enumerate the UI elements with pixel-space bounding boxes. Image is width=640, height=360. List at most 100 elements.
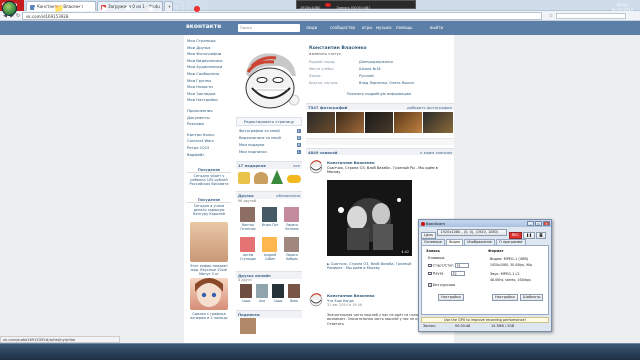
edit-profile-button[interactable]: Редактировать страницу — [236, 117, 302, 126]
subscriptions-header[interactable]: Подписки — [236, 310, 302, 318]
nav-my-settings[interactable]: Мои Настройки — [187, 97, 231, 104]
video-caption-link[interactable]: ► Сьютчик, Страна ОЗ, Влоб Вазаба, Грязн… — [327, 262, 413, 271]
reload-icon[interactable]: ↻ — [15, 13, 21, 19]
taskbar-app-icon[interactable]: ♦ — [118, 1, 138, 16]
ad-image-anime[interactable] — [190, 278, 228, 310]
taskbar-media-icon[interactable]: ▶ — [95, 1, 115, 16]
stat-videos-with-me[interactable]: Видеозаписи со мной 8 — [239, 136, 301, 142]
nav-my-news[interactable]: Мои Новости — [187, 84, 231, 91]
gift-bread-icon[interactable] — [254, 172, 268, 184]
friend-name[interactable]: Артём Стулицын — [238, 253, 258, 261]
info-value[interactable]: Школа №16 — [359, 67, 381, 71]
friend-avatar[interactable] — [262, 207, 277, 222]
nav-my-photos[interactable]: Мои Фотографии — [187, 51, 231, 58]
browser-search-field[interactable] — [556, 13, 626, 19]
nav-ads[interactable]: Реклама — [187, 121, 231, 128]
photo-thumb[interactable] — [423, 112, 453, 133]
nav-my-friends[interactable]: Мои Друзья — [187, 45, 231, 52]
post-video-player[interactable]: 4:42 — [327, 180, 412, 256]
photo-thumb[interactable] — [336, 112, 364, 133]
taskbar-app-icon[interactable]: ⬚ — [164, 1, 184, 16]
gift-cake-icon[interactable] — [238, 172, 250, 184]
ad-block-2[interactable]: Похудение Сегодня я учила делать хорошую… — [187, 198, 231, 216]
ad-caption-2[interactable]: Сделал с графика вечером и 2 пальцы — [187, 312, 231, 320]
info-value[interactable]: Днепродзержинск — [359, 60, 393, 64]
post-author-name[interactable]: Константин Власенко — [327, 293, 375, 298]
profile-status[interactable]: изменить статус — [309, 52, 341, 56]
maximize-button[interactable]: ▫ — [535, 221, 542, 226]
nav-my-videos[interactable]: Мои Видеозаписи — [187, 58, 231, 65]
pause-icon[interactable]: ❚❚ — [523, 232, 535, 239]
photo-thumb[interactable] — [307, 112, 335, 133]
close-button[interactable]: ✕ — [543, 221, 550, 226]
friend-name[interactable]: Игорь Пот — [260, 223, 280, 227]
info-value[interactable]: Влад Ларченко, Олеся Яшкин — [359, 81, 414, 85]
friend-name[interactable]: Виктор Остапчик — [238, 223, 258, 231]
start-stop-checkbox[interactable]: ✓ — [428, 263, 432, 268]
gpu-tip-link[interactable]: Use the GPU to improve recording perform… — [421, 317, 549, 323]
header-nav-games[interactable]: игры — [362, 25, 372, 30]
friend-name[interactable]: Аня — [254, 299, 270, 303]
header-nav-logout[interactable]: выйти — [430, 25, 443, 30]
wall-header[interactable]: 4849 записей к моим записям — [306, 148, 454, 155]
photo-thumb[interactable] — [365, 112, 393, 133]
nav-my-page[interactable]: Моя Страница — [187, 38, 231, 45]
header-nav-help[interactable]: помощь — [396, 25, 413, 30]
cursor-checkbox[interactable]: ✓ — [428, 283, 432, 287]
taskbar-app-icon[interactable]: ◉ — [141, 1, 161, 16]
friend-avatar[interactable] — [262, 237, 277, 252]
header-nav-communities[interactable]: сообщества — [330, 25, 355, 30]
minimize-button[interactable]: – — [527, 221, 534, 226]
friends-header[interactable]: Друзья обновления — [236, 191, 302, 199]
nav-my-groups[interactable]: Мои Группы — [187, 78, 231, 85]
nav-apps[interactable]: Приложения — [187, 108, 231, 115]
vk-search-input[interactable]: Поиск — [238, 24, 300, 32]
taskbar-chrome-icon[interactable]: ◐ — [72, 1, 92, 16]
profile-avatar[interactable] — [236, 46, 302, 114]
camera-icon[interactable]: ◙ — [536, 232, 546, 239]
post-author-avatar[interactable] — [308, 291, 324, 307]
header-nav-people[interactable]: люди — [306, 25, 317, 30]
stat-photos-with-me[interactable]: Фотографии со мной 1 — [239, 129, 301, 135]
format-settings-button[interactable]: Настройки — [492, 294, 518, 301]
ad-image-legs[interactable] — [190, 222, 228, 262]
ad-block-1[interactable]: Похудение Сегодня уйдёт у ребенка 100 ру… — [187, 168, 231, 186]
nav-my-bookmarks[interactable]: Мои Закладки — [187, 91, 231, 98]
friend-name[interactable]: Лариса Кибрик — [282, 253, 302, 261]
vk-logo[interactable]: вконтакте — [186, 23, 221, 30]
taskbar-ie-icon[interactable]: e — [26, 1, 46, 16]
nav-app-4[interactable]: Варфейс — [187, 152, 231, 159]
friend-name[interactable]: Лариса Котенок — [282, 223, 302, 231]
nav-app-3[interactable]: Ретро 2015 — [187, 145, 231, 152]
subscription-avatar[interactable] — [240, 318, 256, 334]
nav-documents[interactable]: Документы — [187, 115, 231, 122]
friend-avatar[interactable] — [240, 237, 255, 252]
friend-avatar[interactable] — [284, 237, 299, 252]
friend-avatar[interactable] — [240, 284, 252, 298]
post-author-name[interactable]: Константин Власенко — [327, 160, 375, 165]
friend-name[interactable]: Андрей Сабин — [260, 253, 280, 261]
friends-updates-link[interactable]: обновления — [276, 193, 300, 198]
nav-my-audio[interactable]: Мои Аудиозаписи — [187, 64, 231, 71]
pause-checkbox[interactable]: ✓ — [428, 271, 432, 276]
friend-name[interactable]: Вова — [286, 299, 302, 303]
gift-tree-icon[interactable] — [271, 170, 283, 184]
rec-button[interactable]: REC — [508, 232, 522, 239]
target-select[interactable]: 1920x1080 - (0, 0), (1920, 1080) — [437, 229, 508, 236]
gift-cheese-icon[interactable] — [287, 175, 301, 183]
record-settings-button[interactable]: Настройки — [438, 294, 464, 301]
gifts-more-link[interactable]: все — [293, 163, 300, 168]
bookmark-icon[interactable]: ☆ — [548, 13, 554, 19]
templates-button[interactable]: Шаблоны — [520, 294, 544, 301]
taskbar-explorer-icon[interactable]: 📁 — [49, 1, 69, 16]
nav-my-messages[interactable]: Мои Сообщения — [187, 71, 231, 78]
start-stop-hotkey[interactable]: F1 — [454, 263, 469, 268]
add-photos-link[interactable]: добавить фотографии — [407, 105, 452, 110]
friend-avatar[interactable] — [272, 284, 284, 298]
friend-avatar[interactable] — [256, 284, 268, 298]
nav-app-1[interactable]: Кантри Кольс — [187, 132, 231, 139]
gifts-header[interactable]: 17 подарков все — [236, 161, 302, 169]
show-full-info-link[interactable]: Показать подробную информацию — [309, 92, 449, 96]
post-author-avatar[interactable] — [308, 158, 324, 174]
stat-my-gifts[interactable]: Мои подарки 6 — [239, 143, 301, 149]
